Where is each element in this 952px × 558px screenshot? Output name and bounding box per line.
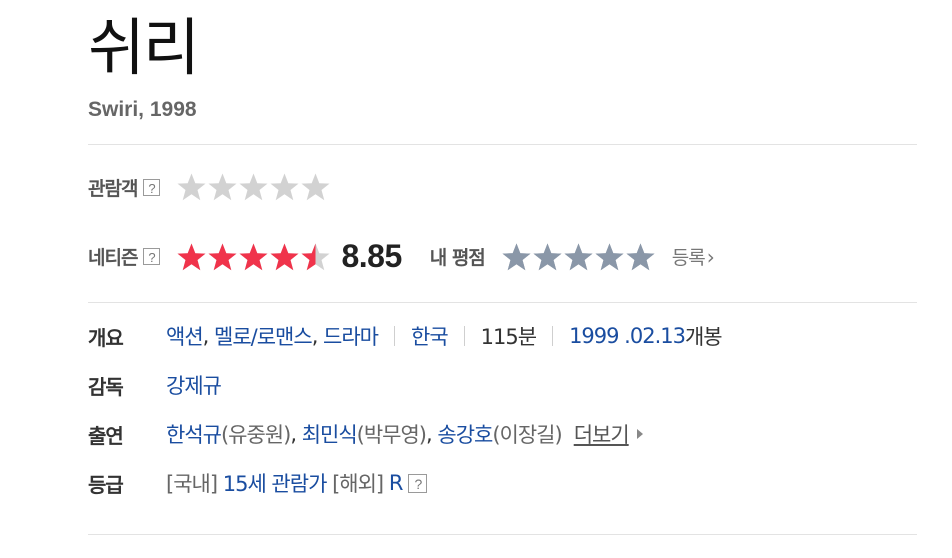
domestic-rating-link[interactable]: 15세 관람가 [223,468,328,498]
director-label: 감독 [88,374,124,399]
divider [88,534,917,535]
audience-stars [176,172,331,202]
genre-link-drama[interactable]: 드라마 [323,321,379,351]
cast-role: (박무영) [356,423,427,447]
register-label: 등록 [671,247,706,269]
country-link[interactable]: 한국 [411,321,449,351]
netizen-rating-row: 네티즌 ? 8.85 내 평점 등록 › [88,238,715,275]
cast-link[interactable]: 한석규 [166,419,222,449]
star-icon [269,172,300,202]
cast-role: (유중원) [220,423,291,447]
star-icon [563,242,594,272]
register-rating-link[interactable]: 등록 › [671,243,715,270]
overseas-tag: [해외] [332,472,384,496]
triangle-right-icon [636,429,643,439]
star-icon [594,242,625,272]
divider [88,302,917,303]
chevron-right-icon: › [706,245,715,269]
star-icon [269,242,300,272]
star-icon [625,242,656,272]
movie-subtitle: Swiri, 1998 [88,98,197,121]
divider [88,144,917,145]
separator [394,326,396,346]
separator [463,326,465,346]
director-row: 감독 강제규 [88,370,222,400]
cast-role: (이장길) [492,423,562,447]
release-date-link[interactable]: 1999 .02.13 [569,324,686,348]
grade-label: 등급 [88,472,124,497]
genre-link-action[interactable]: 액션 [166,321,204,351]
grade-help-icon[interactable]: ? [408,473,428,493]
cast-label: 출연 [88,423,124,448]
overview-row: 개요 액션, 멜로/로맨스, 드라마 한국 115분 1999 .02.13 개… [88,321,723,351]
star-icon [501,242,532,272]
star-icon [238,172,269,202]
star-icon [238,242,269,272]
cast-row: 출연 한석규 (유중원), 최민식 (박무영), 송강호 (이장길) 더보기 [88,419,643,449]
separator [552,326,554,346]
star-icon [207,242,238,272]
netizen-help-icon[interactable]: ? [143,248,161,265]
netizen-label: 네티즌 [88,247,138,269]
cast-link[interactable]: 최민식 [302,419,358,449]
star-icon [300,242,331,272]
netizen-stars [176,242,331,272]
star-icon [176,242,207,272]
star-icon [532,242,563,272]
audience-rating-row: 관람객 ? [88,172,331,202]
director-link[interactable]: 강제규 [166,370,222,400]
domestic-tag: [국내] [166,472,218,496]
audience-help-icon[interactable]: ? [143,178,161,196]
star-icon [176,172,207,202]
grade-row: 등급 [국내] 15세 관람가 [해외] R ? [88,468,428,498]
runtime: 115분 [480,325,537,349]
overseas-rating-link[interactable]: R [389,471,404,495]
cast-more-link[interactable]: 더보기 [574,419,630,449]
cast-link[interactable]: 송강호 [437,419,493,449]
overview-label: 개요 [88,325,124,350]
my-rating-label: 내 평점 [429,247,486,269]
star-icon [300,172,331,202]
genre-link-romance[interactable]: 멜로/로맨스 [214,321,313,351]
movie-title: 쉬리 [88,11,200,84]
netizen-score: 8.85 [341,238,402,274]
audience-label: 관람객 [88,177,138,200]
star-icon [207,172,238,202]
release-suffix: 개봉 [684,325,723,349]
my-rating-stars[interactable] [501,242,656,272]
